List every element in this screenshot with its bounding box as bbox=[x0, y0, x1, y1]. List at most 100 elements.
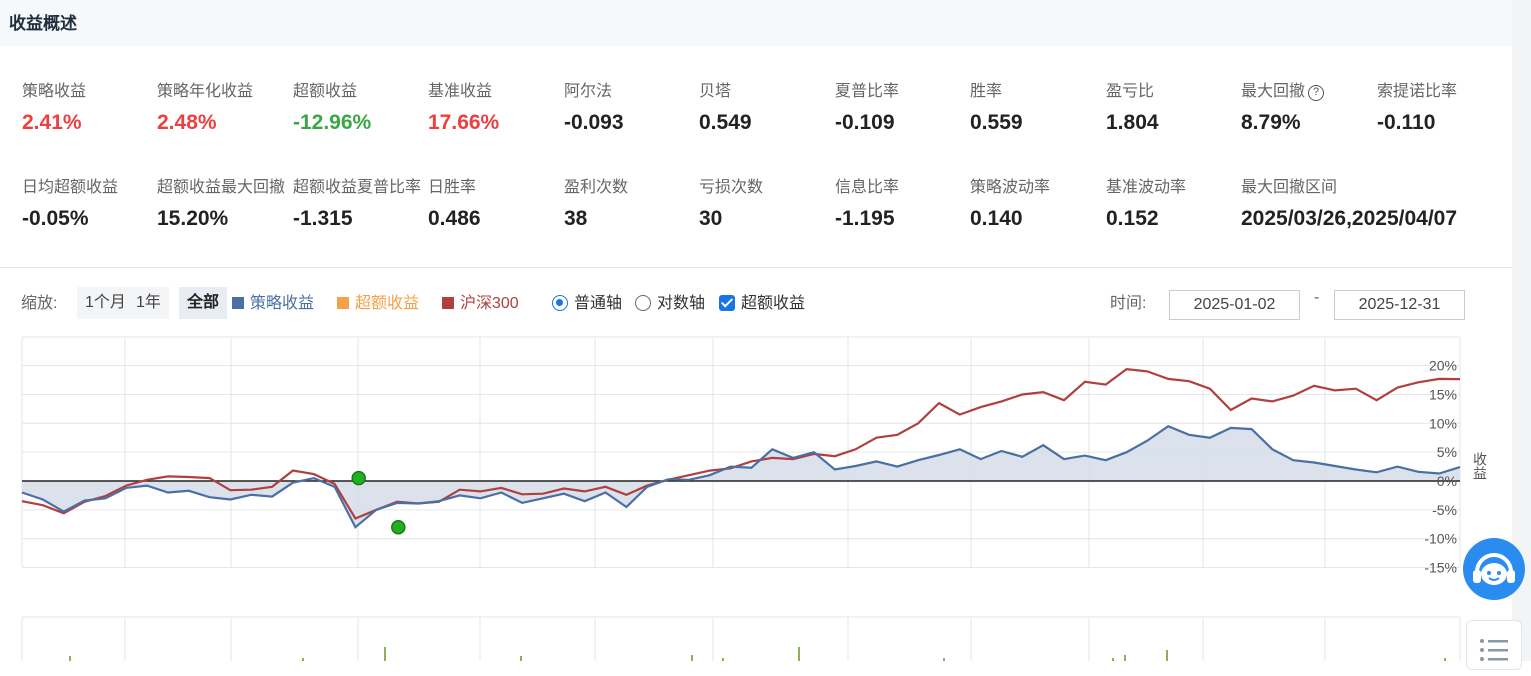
lower-bar bbox=[691, 655, 693, 661]
panel-title: 收益概述 bbox=[9, 14, 77, 33]
y-tick-label: -15% bbox=[1424, 560, 1457, 576]
metric-label: 亏损次数 bbox=[699, 179, 764, 196]
metric-value: 0.486 bbox=[428, 207, 481, 230]
metric-label: 最大回撤区间 bbox=[1241, 179, 1338, 196]
checkbox-checked[interactable] bbox=[719, 295, 735, 311]
metric-strategy-return: 策略收益 2.41% bbox=[22, 77, 157, 135]
y-tick-label: 10% bbox=[1429, 415, 1457, 431]
metric-label: 盈亏比 bbox=[1106, 83, 1155, 100]
metric-value: 1.804 bbox=[1106, 111, 1159, 134]
zoom-1-month-button[interactable]: 1个月 bbox=[77, 287, 134, 319]
metric-value: -1.195 bbox=[835, 207, 895, 230]
metric-daily-excess: 日均超额收益 -0.05% bbox=[22, 173, 157, 231]
panel-header: 收益概述 bbox=[0, 0, 1512, 46]
metric-value: 17.66% bbox=[428, 111, 500, 134]
legend-strategy[interactable]: 策略收益 bbox=[232, 289, 314, 313]
drawdown-marker bbox=[391, 519, 406, 535]
metric-profit-loss-ratio: 盈亏比 1.804 bbox=[1106, 77, 1241, 135]
metric-label: 阿尔法 bbox=[564, 83, 613, 100]
metric-excess-sharpe: 超额收益夏普比率 -1.315 bbox=[293, 173, 428, 231]
metric-annual-return: 策略年化收益 2.48% bbox=[157, 77, 292, 135]
metric-value: 30 bbox=[699, 207, 723, 230]
metric-label: 胜率 bbox=[970, 83, 1003, 100]
metric-benchmark-volatility: 基准波动率 0.152 bbox=[1106, 173, 1241, 231]
metric-daily-win-rate: 日胜率 0.486 bbox=[428, 173, 563, 231]
y-tick-label: 0% bbox=[1437, 473, 1457, 489]
metric-value: 38 bbox=[564, 207, 588, 230]
legend-swatch bbox=[232, 297, 244, 309]
metric-benchmark-return: 基准收益 17.66% bbox=[428, 77, 563, 135]
lower-panel-grid bbox=[21, 616, 1461, 661]
metric-sortino: 索提诺比率 -0.110 bbox=[1377, 77, 1512, 135]
excess-return-checkbox[interactable]: 超额收益 bbox=[719, 289, 805, 313]
metric-loss-count: 亏损次数 30 bbox=[699, 173, 834, 231]
metric-value: -0.093 bbox=[564, 111, 624, 134]
section-divider bbox=[0, 267, 1512, 268]
legend-swatch bbox=[442, 297, 454, 309]
metric-label: 日胜率 bbox=[428, 179, 477, 196]
metric-excess-max-drawdown: 超额收益最大回撤 15.20% bbox=[157, 173, 292, 231]
metric-value: 0.140 bbox=[970, 207, 1023, 230]
strategy-area-fill bbox=[22, 426, 1460, 528]
metric-value: 2.41% bbox=[22, 111, 82, 134]
metric-value: 0.559 bbox=[970, 111, 1023, 134]
y-tick-label: 5% bbox=[1437, 444, 1457, 460]
axis-normal-label: 普通轴 bbox=[574, 295, 623, 312]
headset-icon bbox=[1473, 553, 1515, 585]
metric-value: 15.20% bbox=[157, 207, 229, 230]
metric-value: -1.315 bbox=[293, 207, 353, 230]
help-icon[interactable]: ? bbox=[1308, 85, 1325, 101]
legend-label: 沪深300 bbox=[460, 295, 519, 312]
metric-win-count: 盈利次数 38 bbox=[564, 173, 699, 231]
date-separator: - bbox=[1314, 289, 1320, 306]
lower-bar bbox=[520, 656, 522, 661]
y-axis-label: 收益 bbox=[1472, 452, 1488, 480]
zoom-all-button[interactable]: 全部 bbox=[179, 287, 228, 319]
y-tick-label: -10% bbox=[1424, 531, 1457, 547]
legend-csi300[interactable]: 沪深300 bbox=[442, 289, 519, 313]
axis-normal-option[interactable]: 普通轴 bbox=[552, 289, 622, 313]
axis-log-option[interactable]: 对数轴 bbox=[635, 289, 705, 313]
y-tick-label: 15% bbox=[1429, 386, 1457, 402]
list-menu-button[interactable] bbox=[1466, 620, 1522, 670]
metric-value: -0.05% bbox=[22, 207, 89, 230]
lower-bar bbox=[69, 656, 71, 661]
metric-label: 基准收益 bbox=[428, 83, 493, 100]
metric-label: 索提诺比率 bbox=[1377, 83, 1458, 100]
metric-value: 8.79% bbox=[1241, 111, 1301, 134]
zoom-1-year-button[interactable]: 1年 bbox=[128, 287, 169, 319]
y-axis-ticks: 20% 15% 10% 5% 0% -5% -10% -15% bbox=[1424, 358, 1457, 576]
metric-value: 0.152 bbox=[1106, 207, 1159, 230]
list-icon bbox=[1480, 639, 1508, 661]
metric-label: 策略年化收益 bbox=[157, 83, 254, 100]
metric-label: 超额收益 bbox=[293, 83, 358, 100]
start-date-input[interactable]: 2025-01-02 bbox=[1169, 290, 1300, 320]
axis-log-label: 对数轴 bbox=[657, 295, 706, 312]
metric-strategy-volatility: 策略波动率 0.140 bbox=[970, 173, 1105, 231]
customer-service-button[interactable] bbox=[1463, 538, 1525, 600]
legend-swatch bbox=[337, 297, 349, 309]
legend-label: 策略收益 bbox=[250, 295, 315, 312]
legend-label: 超额收益 bbox=[355, 295, 420, 312]
metric-value: 2025/03/26,2025/04/07 bbox=[1241, 207, 1458, 230]
metric-value: -0.109 bbox=[835, 111, 895, 134]
chart-toolbar: 缩放: 1个月 1年 全部 策略收益 超额收益 沪深300 普通轴 对数轴 超额… bbox=[0, 284, 1512, 322]
lower-bar bbox=[1124, 655, 1126, 661]
legend-excess[interactable]: 超额收益 bbox=[337, 289, 419, 313]
time-label: 时间: bbox=[1110, 295, 1147, 312]
lower-bar bbox=[384, 647, 386, 661]
radio-selected[interactable] bbox=[552, 295, 568, 311]
metric-label: 超额收益夏普比率 bbox=[293, 179, 422, 196]
metric-label: 策略收益 bbox=[22, 83, 87, 100]
metric-information-ratio: 信息比率 -1.195 bbox=[835, 173, 970, 231]
radio-unselected[interactable] bbox=[635, 295, 651, 311]
metric-label: 贝塔 bbox=[699, 83, 732, 100]
metric-value: 0.549 bbox=[699, 111, 752, 134]
metric-value: -12.96% bbox=[293, 111, 372, 134]
metric-value: -0.110 bbox=[1377, 111, 1436, 134]
metric-sharpe: 夏普比率 -0.109 bbox=[835, 77, 970, 135]
metrics-grid: 策略收益 2.41% 策略年化收益 2.48% 超额收益 -12.96% 基准收… bbox=[0, 47, 1512, 267]
end-date-input[interactable]: 2025-12-31 bbox=[1334, 290, 1465, 320]
drawdown-marker bbox=[351, 470, 366, 486]
returns-chart[interactable]: 20% 15% 10% 5% 0% -5% -10% -15% 收益 bbox=[0, 330, 1512, 661]
